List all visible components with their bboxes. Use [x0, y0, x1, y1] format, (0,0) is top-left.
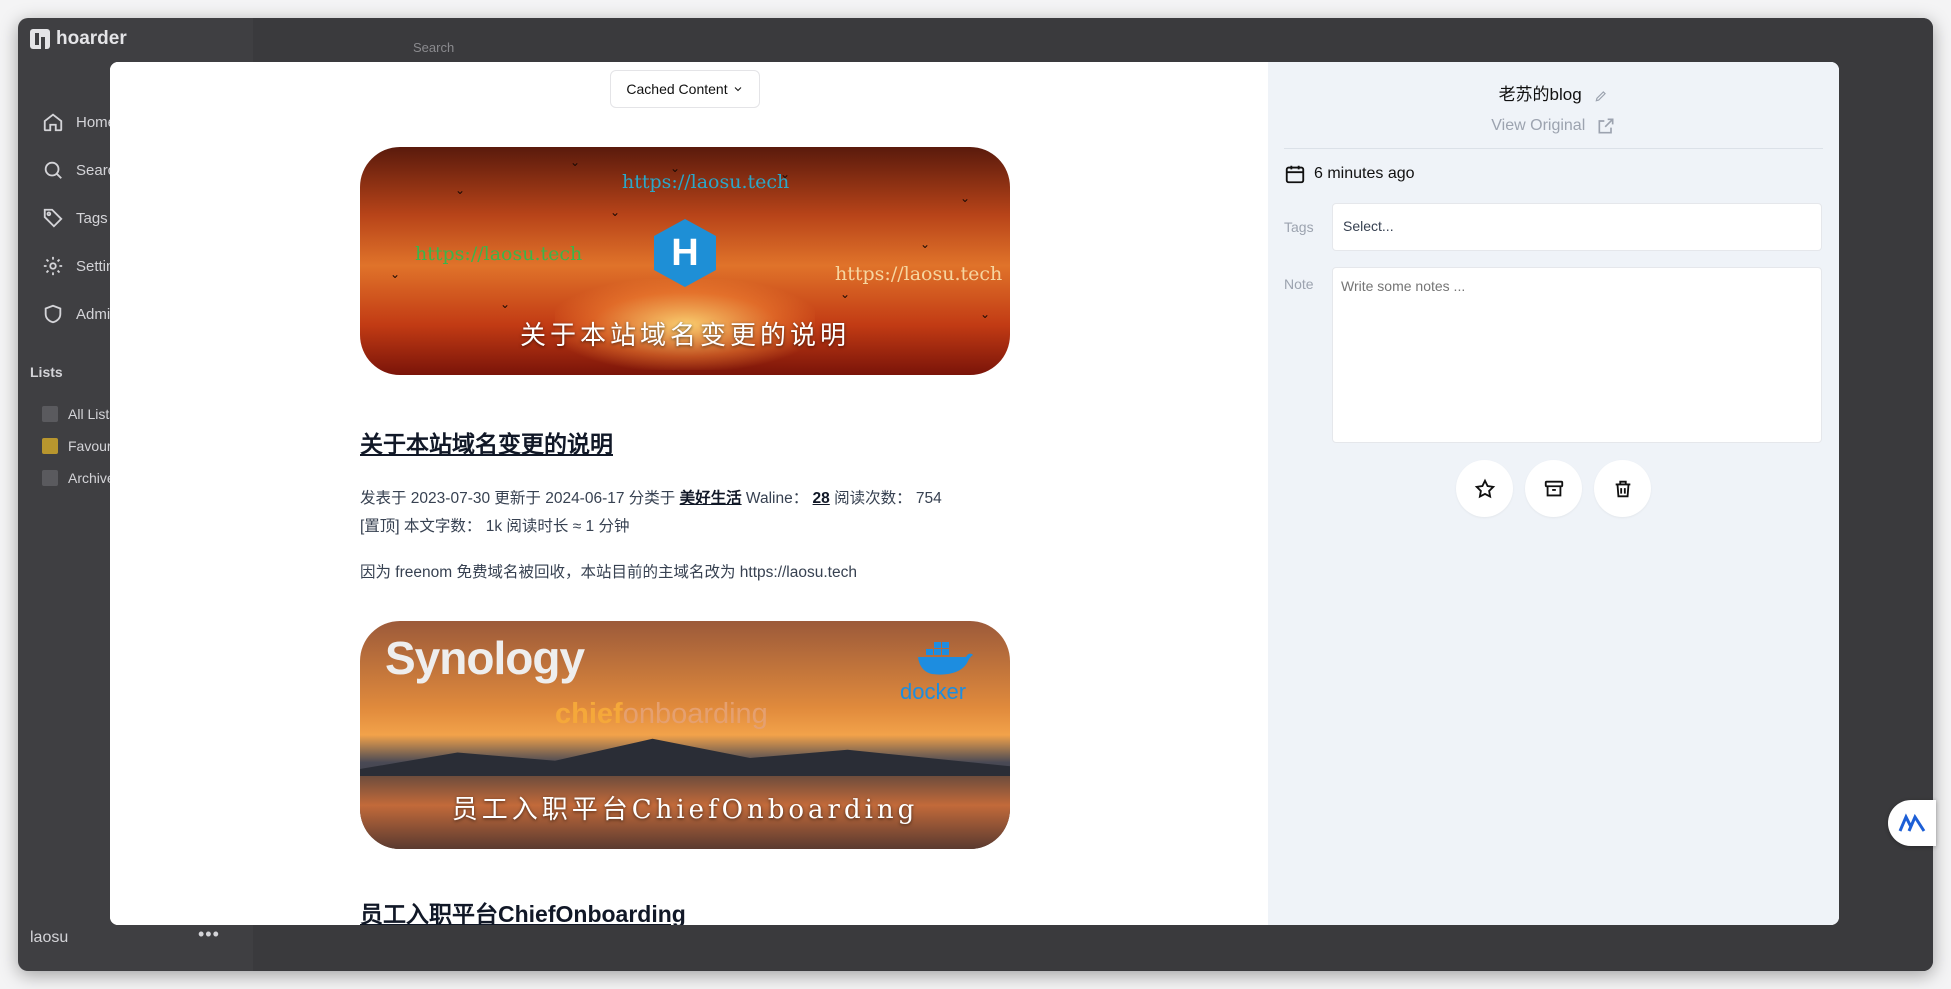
- comments-link[interactable]: 28: [813, 490, 830, 507]
- bird-decoration: ⌄: [455, 183, 466, 197]
- bird-decoration: ⌄: [610, 205, 621, 219]
- watermark-url: https://laosu.tech: [415, 243, 583, 265]
- chevron-down-icon: [734, 87, 741, 92]
- divider: [1284, 148, 1823, 149]
- pencil-icon[interactable]: [1594, 89, 1608, 103]
- assistant-logo-icon: [1898, 813, 1926, 832]
- banner-caption: 员工入职平台ChiefOnboarding: [451, 795, 919, 825]
- note-field[interactable]: [1332, 267, 1822, 443]
- star-icon: [42, 438, 58, 454]
- meta-wordcount: [置顶] 本文字数： 1k 阅读时长 ≈ 1 分钟: [360, 518, 630, 535]
- view-mode-select[interactable]: Cached Content: [610, 70, 760, 108]
- tags-select[interactable]: Select...: [1332, 203, 1822, 251]
- created-date: 6 minutes ago: [1284, 163, 1415, 185]
- article-paragraph: 因为 freenom 免费域名被回收，本站目前的主域名改为 https://la…: [360, 564, 857, 581]
- star-icon: [1474, 478, 1495, 498]
- tags-label: Tags: [1284, 219, 1314, 235]
- search-input[interactable]: Search: [413, 40, 454, 55]
- list-icon: [42, 406, 58, 422]
- view-original-link[interactable]: View Original: [1268, 116, 1839, 136]
- bird-decoration: ⌄: [960, 191, 971, 205]
- user-menu-icon[interactable]: •••: [198, 924, 220, 945]
- brand[interactable]: hoarder: [30, 28, 127, 50]
- note-label: Note: [1284, 276, 1314, 292]
- onboarding-text: onboarding: [622, 698, 768, 730]
- list-item-label: Archive: [68, 470, 115, 486]
- archive-icon: [1544, 480, 1563, 496]
- bookmark-details-panel: 老苏的blog View Original 6 minutes ago Tags…: [1268, 62, 1839, 925]
- favourite-button[interactable]: [1456, 460, 1513, 517]
- article-banner-image: ⌄ ⌄ ⌄ ⌄ ⌄ ⌄ ⌄ ⌄ ⌄ ⌄ ⌄ https://laosu.tech…: [360, 147, 1010, 375]
- docker-whale-icon: [918, 642, 973, 675]
- article-heading[interactable]: 员工入职平台ChiefOnboarding: [360, 895, 1010, 925]
- docker-logo-text: docker: [900, 679, 967, 704]
- view-original-label: View Original: [1491, 117, 1586, 135]
- meta-waline: Waline：: [741, 490, 813, 507]
- meta-reads: 阅读次数： 754: [829, 490, 942, 507]
- meta-dates: 发表于 2023-07-30 更新于 2024-06-17 分类于: [360, 490, 680, 507]
- bookmark-title: 老苏的blog: [1268, 80, 1839, 105]
- calendar-icon: [1285, 165, 1305, 184]
- delete-button[interactable]: [1594, 460, 1651, 517]
- archive-icon: [42, 470, 58, 486]
- synology-logo: Synology: [385, 632, 585, 684]
- floating-assistant-button[interactable]: [1888, 800, 1936, 846]
- lists-title: Lists: [30, 364, 63, 380]
- view-mode-label: Cached Content: [626, 81, 728, 97]
- user-name[interactable]: laosu: [30, 929, 68, 947]
- app-name: hoarder: [56, 28, 127, 49]
- chiefonboarding-logo: chiefonboarding: [555, 698, 768, 731]
- home-icon: [43, 113, 63, 132]
- bird-decoration: ⌄: [840, 287, 851, 301]
- bird-decoration: ⌄: [500, 297, 511, 311]
- watermark-url: https://laosu.tech: [835, 263, 1003, 285]
- article: ⌄ ⌄ ⌄ ⌄ ⌄ ⌄ ⌄ ⌄ ⌄ ⌄ ⌄ https://laosu.tech…: [360, 147, 1010, 925]
- list-item-label: All Lists: [68, 406, 117, 422]
- category-link[interactable]: 美好生活: [680, 490, 742, 507]
- bird-decoration: ⌄: [390, 267, 401, 281]
- bookmark-title-text: 老苏的blog: [1498, 85, 1582, 104]
- trash-icon: [1615, 480, 1630, 497]
- banner-caption: 关于本站域名变更的说明: [519, 321, 850, 351]
- shield-icon: [44, 304, 62, 324]
- article-meta: 发表于 2023-07-30 更新于 2024-06-17 分类于 美好生活 W…: [360, 485, 1010, 541]
- article-heading[interactable]: 关于本站域名变更的说明: [360, 425, 1010, 459]
- bookmark-preview-modal: Cached Content ⌄ ⌄ ⌄ ⌄ ⌄ ⌄ ⌄ ⌄ ⌄ ⌄ ⌄ htt…: [110, 62, 1839, 925]
- search-icon: [44, 161, 62, 179]
- external-link-icon: [1598, 118, 1614, 134]
- h-logo-icon: H: [654, 219, 716, 287]
- cached-content-pane[interactable]: Cached Content ⌄ ⌄ ⌄ ⌄ ⌄ ⌄ ⌄ ⌄ ⌄ ⌄ ⌄ htt…: [110, 62, 1268, 925]
- date-text: 6 minutes ago: [1314, 165, 1415, 182]
- tag-icon: [43, 208, 63, 228]
- app-window: hoarder Home Search Tags Settings Admin: [18, 18, 1933, 971]
- bird-decoration: ⌄: [920, 237, 931, 251]
- bookmark-actions: [1456, 460, 1651, 517]
- archive-button[interactable]: [1525, 460, 1582, 517]
- gear-icon: [43, 256, 63, 276]
- watermark-url: https://laosu.tech: [622, 171, 790, 193]
- bird-decoration: ⌄: [570, 155, 581, 169]
- chief-text: chief: [555, 698, 623, 730]
- hoarder-logo-icon: [30, 29, 50, 49]
- sidebar-item-label: Tags: [76, 209, 108, 227]
- article-banner-image: Synology docker chiefonboarding 员工入职平台Ch…: [360, 621, 1010, 849]
